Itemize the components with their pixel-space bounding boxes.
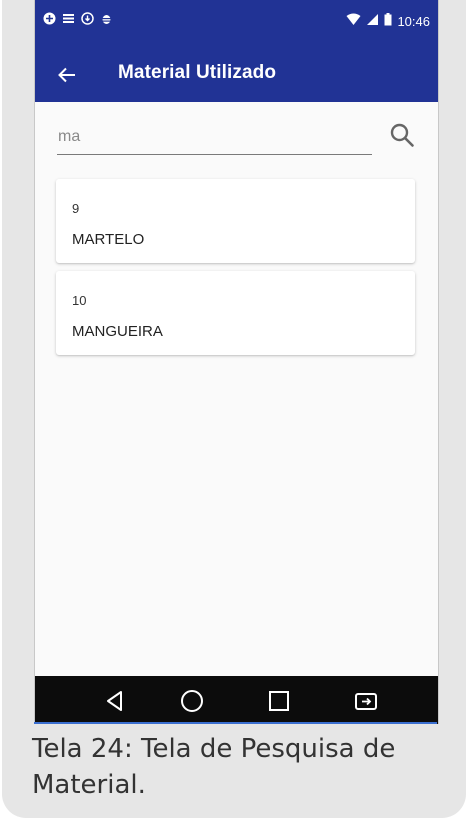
app-toolbar: Material Utilizado (35, 48, 438, 102)
status-bar: 10:46 (35, 0, 438, 48)
search-row (57, 120, 423, 156)
battery-icon (384, 13, 392, 29)
bug-icon (100, 12, 113, 25)
status-time: 10:46 (397, 13, 430, 29)
screen-bottom-line (34, 722, 437, 724)
shield-icon (43, 12, 56, 25)
screen-rotate-icon[interactable] (350, 686, 382, 716)
recents-square-icon[interactable] (263, 686, 295, 716)
system-nav-bar (35, 676, 438, 724)
item-name: MARTELO (72, 231, 145, 248)
search-icon[interactable] (387, 120, 417, 150)
back-triangle-icon[interactable] (99, 686, 131, 716)
arrow-left-icon[interactable] (53, 62, 81, 88)
phone-screen: 10:46 Material Utilizado 9 MARTELO 10 MA… (34, 0, 439, 724)
item-code: 9 (72, 201, 80, 216)
download-icon (81, 12, 94, 25)
status-left-icons (43, 12, 113, 25)
item-name: MANGUEIRA (72, 323, 163, 340)
menu-list-icon (62, 12, 75, 25)
item-code: 10 (72, 293, 87, 308)
wifi-icon (346, 13, 361, 29)
signal-icon (366, 13, 379, 29)
search-input[interactable] (57, 120, 372, 155)
page-title: Material Utilizado (118, 62, 277, 83)
figure-caption: Tela 24: Tela de Pesquisa de Material. (32, 734, 396, 800)
list-item[interactable]: 10 MANGUEIRA (56, 271, 415, 355)
list-item[interactable]: 9 MARTELO (56, 179, 415, 263)
home-circle-icon[interactable] (176, 686, 208, 716)
status-right-icons: 10:46 (346, 13, 430, 29)
